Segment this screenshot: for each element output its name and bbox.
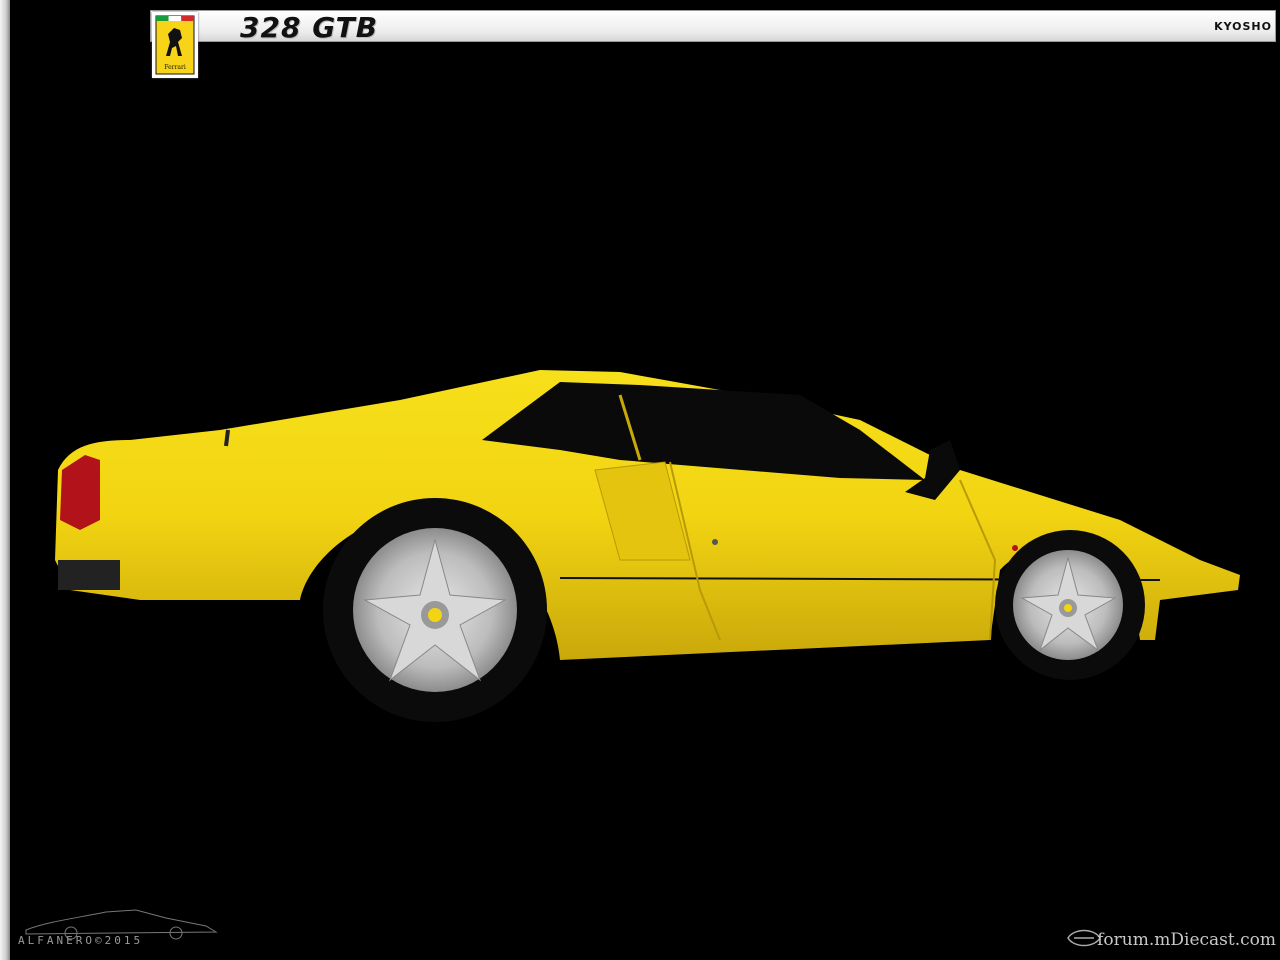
rear-wheel [323, 498, 547, 722]
left-border [0, 0, 10, 960]
front-wheel [995, 530, 1145, 680]
car-photo [10, 42, 1276, 954]
logo-badge: Ferrari [152, 12, 198, 78]
brand-label: KYOSHO [1214, 20, 1272, 33]
page-title: 328 GTB [240, 11, 379, 44]
rear-bumper [58, 560, 120, 590]
prancing-horse-logo-icon: Ferrari [155, 15, 195, 75]
forum-watermark: forum.mDiecast.com [1097, 930, 1276, 950]
signature-watermark: ALFANERO©2015 [18, 934, 144, 947]
logo-text: Ferrari [164, 64, 186, 71]
